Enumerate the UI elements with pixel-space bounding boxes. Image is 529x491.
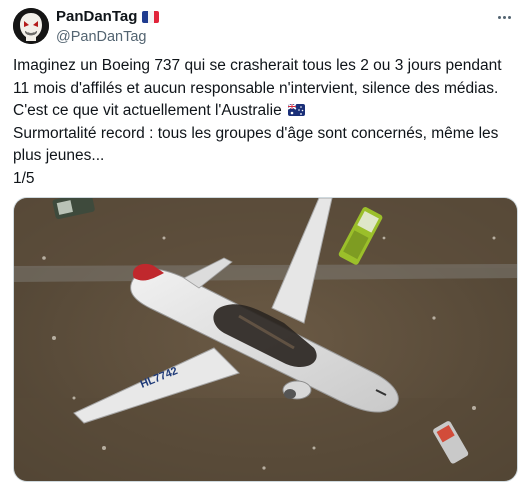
flag-australia-icon xyxy=(288,104,305,116)
crashed-airplane-photo: HL7742 xyxy=(14,198,517,481)
author-display-name[interactable]: PanDanTag xyxy=(56,8,137,26)
skull-mask-avatar-icon xyxy=(13,8,49,44)
author-name-row[interactable]: PanDanTag xyxy=(56,8,160,26)
tweet-line-1: Imaginez un Boeing 737 qui se crasherait… xyxy=(13,57,502,97)
flag-france-icon xyxy=(142,11,160,23)
avatar[interactable] xyxy=(13,8,49,44)
tweet-line-3: Surmortalité record : tous les groupes d… xyxy=(13,124,499,165)
tweet-line-2: C'est ce que vit actuellement l'Australi… xyxy=(13,100,516,123)
tweet-card: PanDanTag @PanDanTag Imaginez un Boeing … xyxy=(0,0,529,491)
tweet-line-4: 1/5 xyxy=(13,169,35,187)
more-options-icon[interactable] xyxy=(493,6,515,28)
tweet-media-image[interactable]: HL7742 xyxy=(13,197,518,482)
author-handle[interactable]: @PanDanTag xyxy=(56,28,147,46)
tweet-line-2-text: C'est ce que vit actuellement l'Australi… xyxy=(13,102,282,119)
tweet-text: Imaginez un Boeing 737 qui se crasherait… xyxy=(13,55,516,190)
